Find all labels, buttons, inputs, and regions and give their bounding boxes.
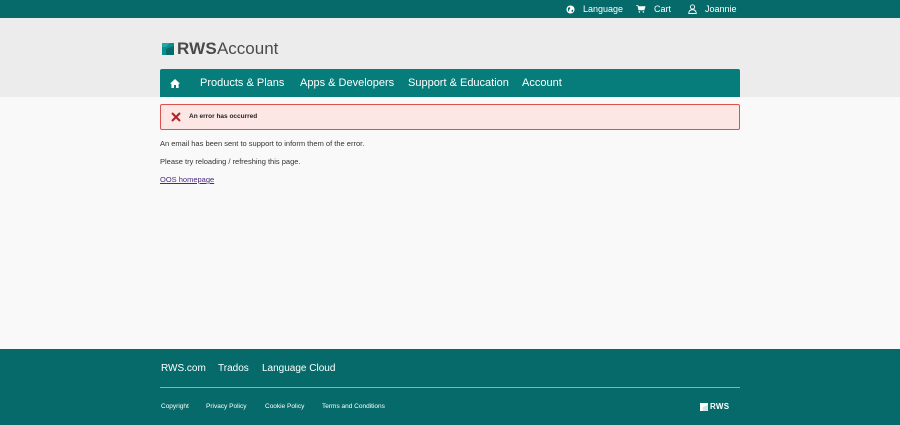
footer-link-privacy-policy[interactable]: Privacy Policy [206, 403, 246, 410]
footer-rws-logo[interactable]: RWS [700, 402, 729, 411]
footer-link-copyright[interactable]: Copyright [161, 403, 189, 410]
footer-link-rws[interactable]: RWS.com [161, 363, 206, 374]
rws-logo-icon [162, 43, 174, 55]
language-label: Language [583, 4, 624, 14]
cart-button[interactable]: Cart [636, 0, 671, 18]
nav-item-products-plans[interactable]: Products & Plans [200, 69, 284, 97]
footer-link-trados[interactable]: Trados [218, 363, 249, 374]
nav-item-apps-developers[interactable]: Apps & Developers [300, 69, 394, 97]
footer-link-cookie-policy[interactable]: Cookie Policy [265, 403, 304, 410]
cart-label: Cart [654, 4, 672, 14]
globe-icon [566, 4, 575, 14]
reload-text: Please try reloading / refreshing this p… [160, 157, 301, 166]
main-nav: Products & Plans Apps & Developers Suppo… [160, 69, 740, 97]
nav-item-account[interactable]: Account [522, 69, 562, 97]
oos-homepage-link[interactable]: OOS homepage [160, 175, 214, 184]
footer-link-terms[interactable]: Terms and Conditions [322, 403, 385, 410]
cart-icon [636, 5, 646, 13]
top-bar: Language Cart Joannie [0, 0, 900, 18]
error-message: An error has occurred [189, 113, 258, 120]
language-button[interactable]: Language [566, 0, 623, 18]
rws-logo-icon [700, 402, 708, 411]
user-menu-button[interactable]: Joannie [688, 0, 737, 18]
user-label: Joannie [705, 4, 737, 14]
error-alert: An error has occurred [160, 104, 740, 130]
close-icon [171, 112, 181, 122]
footer-logo-text: RWS [710, 402, 730, 411]
footer-link-language-cloud[interactable]: Language Cloud [262, 363, 335, 374]
footer: RWS.com Trados Language Cloud Copyright … [0, 349, 900, 425]
nav-home-button[interactable] [170, 69, 180, 97]
nav-item-support-education[interactable]: Support & Education [408, 69, 509, 97]
logo-brand-text: RWS [177, 39, 217, 58]
rws-account-logo[interactable]: RWS Account [162, 39, 279, 58]
home-icon [170, 78, 180, 88]
logo-product-text: Account [216, 39, 279, 58]
footer-divider [160, 387, 740, 388]
user-icon [688, 4, 697, 14]
email-sent-text: An email has been sent to support to inf… [160, 139, 365, 148]
